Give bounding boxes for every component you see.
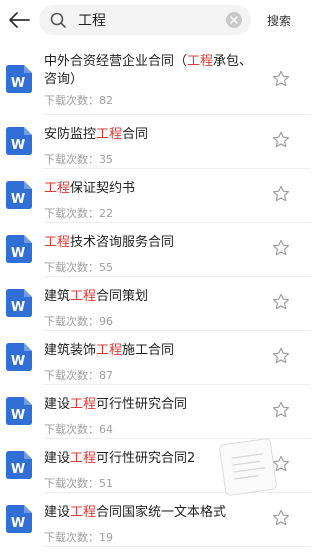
download-count: 下载次数：19: [44, 531, 113, 544]
star-outline-icon[interactable]: [271, 130, 291, 150]
download-count: 下载次数：51: [44, 477, 113, 490]
document-title[interactable]: 建设工程合同国家统一文本格式: [44, 504, 264, 522]
word-document-icon: W: [6, 235, 32, 263]
title-highlight: 工程: [70, 289, 97, 304]
list-item[interactable]: W 工程保证契约书 下载次数：22: [0, 169, 311, 223]
title-prefix: 建筑装饰: [44, 343, 97, 358]
top-bar: 搜索: [0, 0, 311, 40]
svg-text:W: W: [11, 246, 25, 261]
word-document-icon: W: [6, 451, 32, 479]
svg-text:W: W: [11, 300, 25, 315]
download-count: 下载次数：87: [44, 369, 113, 382]
svg-text:W: W: [11, 192, 25, 207]
title-highlight: 工程: [70, 451, 97, 466]
word-document-icon: W: [6, 343, 32, 371]
title-prefix: 建设: [44, 505, 71, 520]
document-title[interactable]: 建筑工程合同策划: [44, 288, 264, 306]
document-title[interactable]: 工程保证契约书: [44, 180, 264, 198]
title-suffix: 合同: [122, 127, 149, 142]
star-outline-icon[interactable]: [271, 184, 291, 204]
title-highlight: 工程: [96, 343, 123, 358]
star-outline-icon[interactable]: [271, 69, 291, 89]
word-document-icon: W: [6, 505, 32, 533]
title-prefix: 建筑: [44, 289, 71, 304]
word-document-icon: W: [6, 181, 32, 209]
star-outline-icon[interactable]: [271, 400, 291, 420]
svg-text:W: W: [11, 138, 25, 153]
back-arrow-icon[interactable]: [6, 7, 32, 33]
word-document-icon: W: [6, 65, 32, 93]
list-item[interactable]: W 工程技术咨询服务合同 下载次数：55: [0, 223, 311, 277]
word-document-icon: W: [6, 289, 32, 317]
document-title[interactable]: 中外合资经营企业合同（工程承包、咨询）: [44, 53, 264, 89]
document-title[interactable]: 建筑装饰工程施工合同: [44, 342, 264, 360]
star-outline-icon[interactable]: [271, 292, 291, 312]
clear-icon[interactable]: [226, 12, 242, 28]
svg-text:W: W: [11, 516, 25, 531]
title-suffix: 可行性研究合同2: [96, 451, 196, 466]
download-count: 下载次数：64: [44, 423, 113, 436]
search-box[interactable]: [39, 5, 251, 35]
download-count: 下载次数：55: [44, 261, 113, 274]
star-outline-icon[interactable]: [271, 346, 291, 366]
title-prefix: 建设: [44, 451, 71, 466]
download-count: 下载次数：35: [44, 153, 113, 166]
download-count: 下载次数：96: [44, 315, 113, 328]
word-document-icon: W: [6, 397, 32, 425]
title-suffix: 合同策划: [96, 289, 149, 304]
title-prefix: 中外合资经营企业合同（: [44, 54, 188, 69]
divider: [44, 546, 311, 547]
title-suffix: 承包、: [213, 54, 253, 69]
svg-text:W: W: [11, 408, 25, 423]
title-suffix: 可行性研究合同: [96, 397, 188, 412]
title-suffix: 保证契约书: [70, 181, 136, 196]
title-highlight: 工程: [96, 127, 123, 142]
document-title[interactable]: 工程技术咨询服务合同: [44, 234, 264, 252]
star-outline-icon[interactable]: [271, 508, 291, 528]
title-suffix: 合同国家统一文本格式: [96, 505, 227, 520]
svg-text:W: W: [11, 462, 25, 477]
search-input[interactable]: [78, 10, 218, 30]
document-title[interactable]: 安防监控工程合同: [44, 126, 264, 144]
title-highlight: 工程: [70, 397, 97, 412]
document-title[interactable]: 建设工程可行性研究合同: [44, 396, 264, 414]
list-item[interactable]: W 建设工程可行性研究合同 下载次数：64: [0, 385, 311, 439]
search-button[interactable]: 搜索: [267, 12, 291, 29]
title-suffix: 技术咨询服务合同: [70, 235, 175, 250]
download-count: 下载次数：22: [44, 207, 113, 220]
title-highlight: 工程: [70, 505, 97, 520]
title-line2: 咨询）: [44, 72, 84, 87]
watermark-stamp: [218, 437, 278, 497]
svg-text:W: W: [11, 354, 25, 369]
word-document-icon: W: [6, 127, 32, 155]
search-icon: [49, 11, 67, 29]
list-item[interactable]: W 建筑工程合同策划 下载次数：96: [0, 277, 311, 331]
download-count: 下载次数：82: [44, 94, 113, 107]
title-prefix: 建设: [44, 397, 71, 412]
list-item[interactable]: W 建筑装饰工程施工合同 下载次数：87: [0, 331, 311, 385]
title-highlight: 工程: [187, 54, 214, 69]
list-item[interactable]: W 建设工程合同国家统一文本格式 下载次数：19: [0, 493, 311, 547]
title-prefix: 安防监控: [44, 127, 97, 142]
title-suffix: 施工合同: [122, 343, 175, 358]
star-outline-icon[interactable]: [271, 238, 291, 258]
title-highlight: 工程: [44, 181, 71, 196]
svg-text:W: W: [11, 76, 25, 91]
title-highlight: 工程: [44, 235, 71, 250]
list-item[interactable]: W 安防监控工程合同 下载次数：35: [0, 115, 311, 169]
list-item[interactable]: W 中外合资经营企业合同（工程承包、咨询） 下载次数：82: [0, 43, 311, 115]
